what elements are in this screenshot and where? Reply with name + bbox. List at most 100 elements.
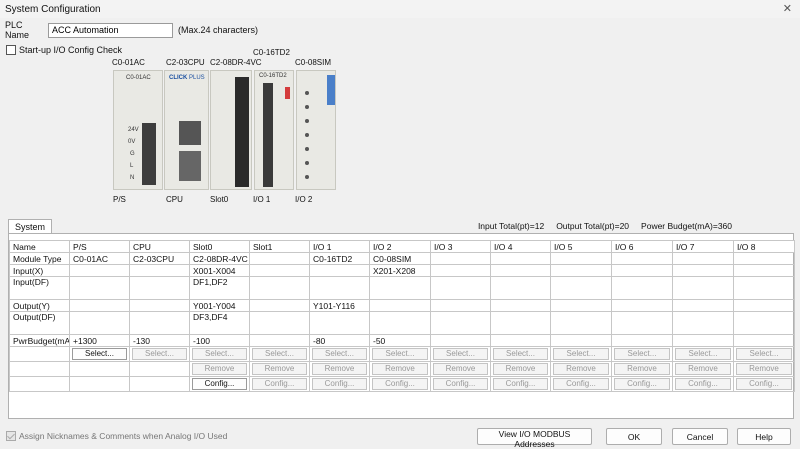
grid-cell[interactable] bbox=[733, 311, 795, 335]
grid-cell[interactable] bbox=[733, 252, 795, 265]
grid-cell[interactable] bbox=[490, 264, 551, 277]
grid-cell[interactable]: C0-16TD2 bbox=[309, 252, 370, 265]
grid-cell[interactable]: -50 bbox=[369, 334, 431, 347]
remove-button-io3[interactable]: Remove bbox=[433, 363, 488, 375]
select-button-slot1[interactable]: Select... bbox=[252, 348, 307, 360]
grid-cell[interactable] bbox=[550, 276, 612, 300]
grid-cell[interactable] bbox=[309, 264, 370, 277]
grid-cell[interactable] bbox=[550, 299, 612, 312]
grid-cell[interactable] bbox=[733, 299, 795, 312]
grid-cell[interactable] bbox=[249, 264, 310, 277]
grid-cell[interactable]: DF1,DF2 bbox=[189, 276, 250, 300]
grid-cell[interactable]: -100 bbox=[189, 334, 250, 347]
select-button-io4[interactable]: Select... bbox=[493, 348, 548, 360]
remove-button-io1[interactable]: Remove bbox=[312, 363, 367, 375]
select-button-io6[interactable]: Select... bbox=[614, 348, 670, 360]
grid-cell[interactable]: -130 bbox=[129, 334, 190, 347]
grid-cell[interactable] bbox=[249, 276, 310, 300]
select-button-io7[interactable]: Select... bbox=[675, 348, 731, 360]
remove-button-io6[interactable]: Remove bbox=[614, 363, 670, 375]
grid-cell[interactable] bbox=[129, 276, 190, 300]
grid-cell[interactable] bbox=[249, 334, 310, 347]
grid-cell[interactable]: +1300 bbox=[69, 334, 130, 347]
grid-cell[interactable] bbox=[611, 252, 673, 265]
config-button-slot1[interactable]: Config... bbox=[252, 378, 307, 390]
startup-io-check[interactable]: Start-up I/O Config Check bbox=[6, 45, 122, 55]
select-button-cpu[interactable]: Select... bbox=[132, 348, 187, 360]
grid-cell[interactable] bbox=[733, 264, 795, 277]
remove-button-io8[interactable]: Remove bbox=[736, 363, 792, 375]
grid-cell[interactable] bbox=[490, 276, 551, 300]
select-button-io8[interactable]: Select... bbox=[736, 348, 792, 360]
grid-cell[interactable] bbox=[611, 299, 673, 312]
assign-nicknames-checkbox[interactable] bbox=[6, 431, 16, 441]
grid-cell[interactable] bbox=[550, 334, 612, 347]
grid-cell[interactable] bbox=[129, 311, 190, 335]
grid-cell[interactable] bbox=[430, 334, 491, 347]
grid-cell[interactable]: C0-08SIM bbox=[369, 252, 431, 265]
grid-cell[interactable] bbox=[430, 252, 491, 265]
grid-cell[interactable] bbox=[129, 299, 190, 312]
grid-cell[interactable] bbox=[490, 334, 551, 347]
ok-button[interactable]: OK bbox=[606, 428, 662, 445]
grid-cell[interactable] bbox=[309, 311, 370, 335]
view-modbus-addresses-button[interactable]: View I/O MODBUS Addresses bbox=[477, 428, 592, 449]
grid-cell[interactable]: -80 bbox=[309, 334, 370, 347]
grid-cell[interactable] bbox=[430, 276, 491, 300]
grid-cell[interactable] bbox=[611, 311, 673, 335]
grid-cell[interactable]: X001-X004 bbox=[189, 264, 250, 277]
grid-cell[interactable] bbox=[490, 311, 551, 335]
select-button-io3[interactable]: Select... bbox=[433, 348, 488, 360]
grid-cell[interactable] bbox=[69, 299, 130, 312]
grid-cell[interactable] bbox=[69, 264, 130, 277]
grid-cell[interactable] bbox=[69, 311, 130, 335]
grid-cell[interactable]: X201-X208 bbox=[369, 264, 431, 277]
config-button-io2[interactable]: Config... bbox=[372, 378, 428, 390]
grid-cell[interactable] bbox=[430, 264, 491, 277]
grid-cell[interactable] bbox=[430, 299, 491, 312]
grid-cell[interactable] bbox=[672, 311, 734, 335]
assign-nicknames-check[interactable]: Assign Nicknames & Comments when Analog … bbox=[6, 431, 227, 441]
grid-cell[interactable] bbox=[369, 299, 431, 312]
grid-cell[interactable] bbox=[249, 252, 310, 265]
config-button-io7[interactable]: Config... bbox=[675, 378, 731, 390]
remove-button-io5[interactable]: Remove bbox=[553, 363, 609, 375]
grid-cell[interactable]: Y101-Y116 bbox=[309, 299, 370, 312]
grid-cell[interactable] bbox=[249, 299, 310, 312]
grid-cell[interactable]: Y001-Y004 bbox=[189, 299, 250, 312]
grid-cell[interactable] bbox=[550, 311, 612, 335]
grid-cell[interactable] bbox=[672, 252, 734, 265]
grid-cell[interactable] bbox=[611, 264, 673, 277]
grid-cell[interactable] bbox=[672, 276, 734, 300]
grid-cell[interactable]: C2-08DR-4VC bbox=[189, 252, 250, 265]
remove-button-slot1[interactable]: Remove bbox=[252, 363, 307, 375]
help-button[interactable]: Help bbox=[737, 428, 791, 445]
grid-cell[interactable]: C0-01AC bbox=[69, 252, 130, 265]
select-button-io5[interactable]: Select... bbox=[553, 348, 609, 360]
plc-name-input[interactable] bbox=[48, 22, 173, 38]
grid-cell[interactable] bbox=[672, 334, 734, 347]
cancel-button[interactable]: Cancel bbox=[672, 428, 728, 445]
grid-cell[interactable] bbox=[69, 276, 130, 300]
remove-button-io2[interactable]: Remove bbox=[372, 363, 428, 375]
grid-cell[interactable] bbox=[490, 252, 551, 265]
grid-cell[interactable] bbox=[369, 276, 431, 300]
grid-cell[interactable] bbox=[611, 334, 673, 347]
config-button-io6[interactable]: Config... bbox=[614, 378, 670, 390]
grid-cell[interactable] bbox=[249, 311, 310, 335]
startup-io-checkbox[interactable] bbox=[6, 45, 16, 55]
select-button-io2[interactable]: Select... bbox=[372, 348, 428, 360]
grid-cell[interactable]: C2-03CPU bbox=[129, 252, 190, 265]
grid-cell[interactable] bbox=[672, 299, 734, 312]
remove-button-io4[interactable]: Remove bbox=[493, 363, 548, 375]
grid-cell[interactable] bbox=[490, 299, 551, 312]
grid-cell[interactable]: DF3,DF4 bbox=[189, 311, 250, 335]
select-button-io1[interactable]: Select... bbox=[312, 348, 367, 360]
config-button-io5[interactable]: Config... bbox=[553, 378, 609, 390]
grid-cell[interactable] bbox=[369, 311, 431, 335]
grid-cell[interactable] bbox=[550, 264, 612, 277]
config-button-io8[interactable]: Config... bbox=[736, 378, 792, 390]
remove-button-slot0[interactable]: Remove bbox=[192, 363, 247, 375]
grid-cell[interactable] bbox=[129, 264, 190, 277]
config-button-io1[interactable]: Config... bbox=[312, 378, 367, 390]
